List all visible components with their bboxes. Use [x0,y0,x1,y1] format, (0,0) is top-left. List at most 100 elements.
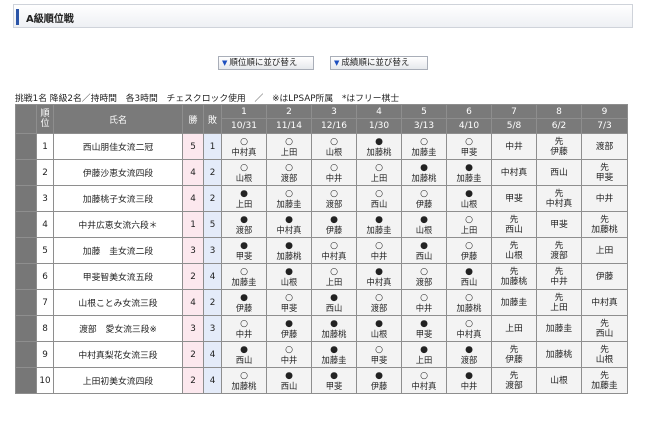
game-result-cell: ○ 中井 [221,315,267,342]
rank-cell: 9 [36,341,54,368]
game-result-cell: ○ 加藤圭 [221,263,267,290]
result-mark: ● [240,292,248,303]
game-result-cell: ● 伊藤 [356,367,402,394]
upcoming-game-cell: 上田 [491,315,537,342]
upcoming-game-cell: 上田 [581,237,628,264]
result-mark: ● [240,240,248,251]
round-date-header: 7/3 [581,118,628,134]
section-header: A級順位戦 [13,4,633,28]
game-result-cell: ○ 渡部 [356,289,402,316]
wins-cell: 4 [182,289,204,316]
player-name-cell: 中井広恵女流六段＊ [53,211,183,238]
table-row: 2 伊藤沙恵女流四段 4 2 ○ 山根 ○ 渡部 ○ 中井 ○ 上田 ● 加藤桃 ● 加藤圭 中村真 西山先甲斐 [15,159,628,186]
upcoming-game-cell: 先西山 [581,315,628,342]
opponent-name: 甲斐 [370,354,388,365]
result-mark: ○ [240,266,248,277]
table-row: 7 山根ことみ女流三段 4 2 ● 伊藤 ○ 甲斐 ● 西山 ○ 渡部 ○ 中井 ○ 加藤桃 加藤圭先上田 中村真 [15,289,628,316]
opponent-name: 先加藤桃 [500,266,528,287]
game-result-cell: ● 加藤桃 [266,237,312,264]
opponent-name: 山根 [280,276,298,287]
result-mark: ○ [465,318,473,329]
result-mark: ● [330,292,338,303]
result-mark: ● [465,266,473,277]
row-marker [15,315,37,342]
opponent-name: 先伊藤 [505,344,523,365]
opponent-name: 加藤圭 [321,354,347,365]
opponent-name: 中村真 [276,224,302,235]
game-result-cell: ○ 伊藤 [401,185,447,212]
losses-cell: 2 [203,185,222,212]
result-mark: ○ [465,240,473,251]
result-mark: ○ [330,266,338,277]
opponent-name: 先加藤圭 [591,370,618,391]
game-result-cell: ○ 西山 [356,185,402,212]
result-mark: ○ [420,292,428,303]
row-marker [15,159,37,186]
opponent-name: 加藤圭 [231,276,257,287]
game-result-cell: ○ 渡部 [311,185,357,212]
upcoming-game-cell: 先加藤圭 [581,367,628,394]
result-mark: ○ [240,136,248,147]
player-name-cell: 渡部 愛女流三段※ [53,315,183,342]
game-result-cell: ○ 中村真 [401,367,447,394]
upcoming-game-cell: 先伊藤 [536,133,582,160]
player-name-cell: 中村真梨花女流三段 [53,341,183,368]
game-result-cell: ○ 中井 [401,289,447,316]
opponent-name: 上田 [505,323,523,334]
opponent-name: 中井 [460,380,478,391]
opponent-name: 加藤圭 [500,297,528,308]
upcoming-game-cell: 先伊藤 [491,341,537,368]
opponent-name: 渡部 [460,354,478,365]
result-mark: ● [420,162,428,173]
result-mark: ● [330,344,338,355]
game-result-cell: ● 伊藤 [266,315,312,342]
opponent-name: 中村真 [500,167,528,178]
opponent-name: 中村真 [231,146,257,157]
result-mark: ○ [240,162,248,173]
round-date-header: 6/2 [536,118,582,134]
wins-cell: 5 [182,133,204,160]
player-name-cell: 上田初美女流四段 [53,367,183,394]
opponent-name: 渡部 [280,172,298,183]
table-row: 10 上田初美女流四段 2 4 ○ 加藤桃 ● 西山 ● 甲斐 ● 伊藤 ○ 中村真 ● 中井先渡部 山根先加藤… [15,367,628,394]
game-result-cell: ○ 甲斐 [446,133,492,160]
opponent-name: 伊藤 [325,224,343,235]
upcoming-game-cell: 中井 [581,185,628,212]
triangle-down-icon: ▼ [334,59,340,67]
game-result-cell: ○ 渡部 [401,263,447,290]
table-row: 3 加藤桃子女流三段 4 2 ● 上田 ○ 加藤圭 ○ 渡部 ○ 西山 ○ 伊藤 ● 山根 甲斐先中村真 中井 [15,185,628,212]
player-name-cell: 甲斐智美女流五段 [53,263,183,290]
opponent-name: 伊藤 [280,328,298,339]
result-mark: ○ [285,344,293,355]
result-mark: ○ [420,370,428,381]
round-number-header: 3 [311,104,357,119]
wins-cell: 2 [182,341,204,368]
game-result-cell: ● 中井 [446,367,492,394]
result-mark: ● [240,344,248,355]
rank-cell: 5 [36,237,54,264]
result-mark: ● [285,266,293,277]
upcoming-game-cell: 中村真 [491,159,537,186]
game-result-cell: ○ 上田 [266,133,312,160]
game-result-cell: ● 加藤桃 [356,133,402,160]
result-mark: ○ [465,292,473,303]
opponent-name: 加藤圭 [276,198,302,209]
result-mark: ○ [330,188,338,199]
result-mark: ● [285,370,293,381]
rank-cell: 1 [36,133,54,160]
game-result-cell: ○ 加藤圭 [266,185,312,212]
round-number-header: 5 [401,104,447,119]
opponent-name: 先渡部 [505,370,523,391]
sort-by-rank-button[interactable]: ▼ 順位順に並び替え [218,56,314,70]
opponent-name: 加藤圭 [411,146,437,157]
upcoming-game-cell: 先加藤桃 [581,211,628,238]
opponent-name: 甲斐 [235,250,253,261]
opponent-name: 中村真 [321,250,347,261]
sort-by-score-button[interactable]: ▼ 成績順に並び替え [330,56,428,70]
round-number-header: 7 [491,104,537,119]
opponent-name: 加藤圭 [545,323,573,334]
wins-cell: 2 [182,367,204,394]
opponent-name: 加藤桃 [366,146,392,157]
opponent-name: 中村真 [456,328,482,339]
opponent-name: 加藤桃 [321,328,347,339]
